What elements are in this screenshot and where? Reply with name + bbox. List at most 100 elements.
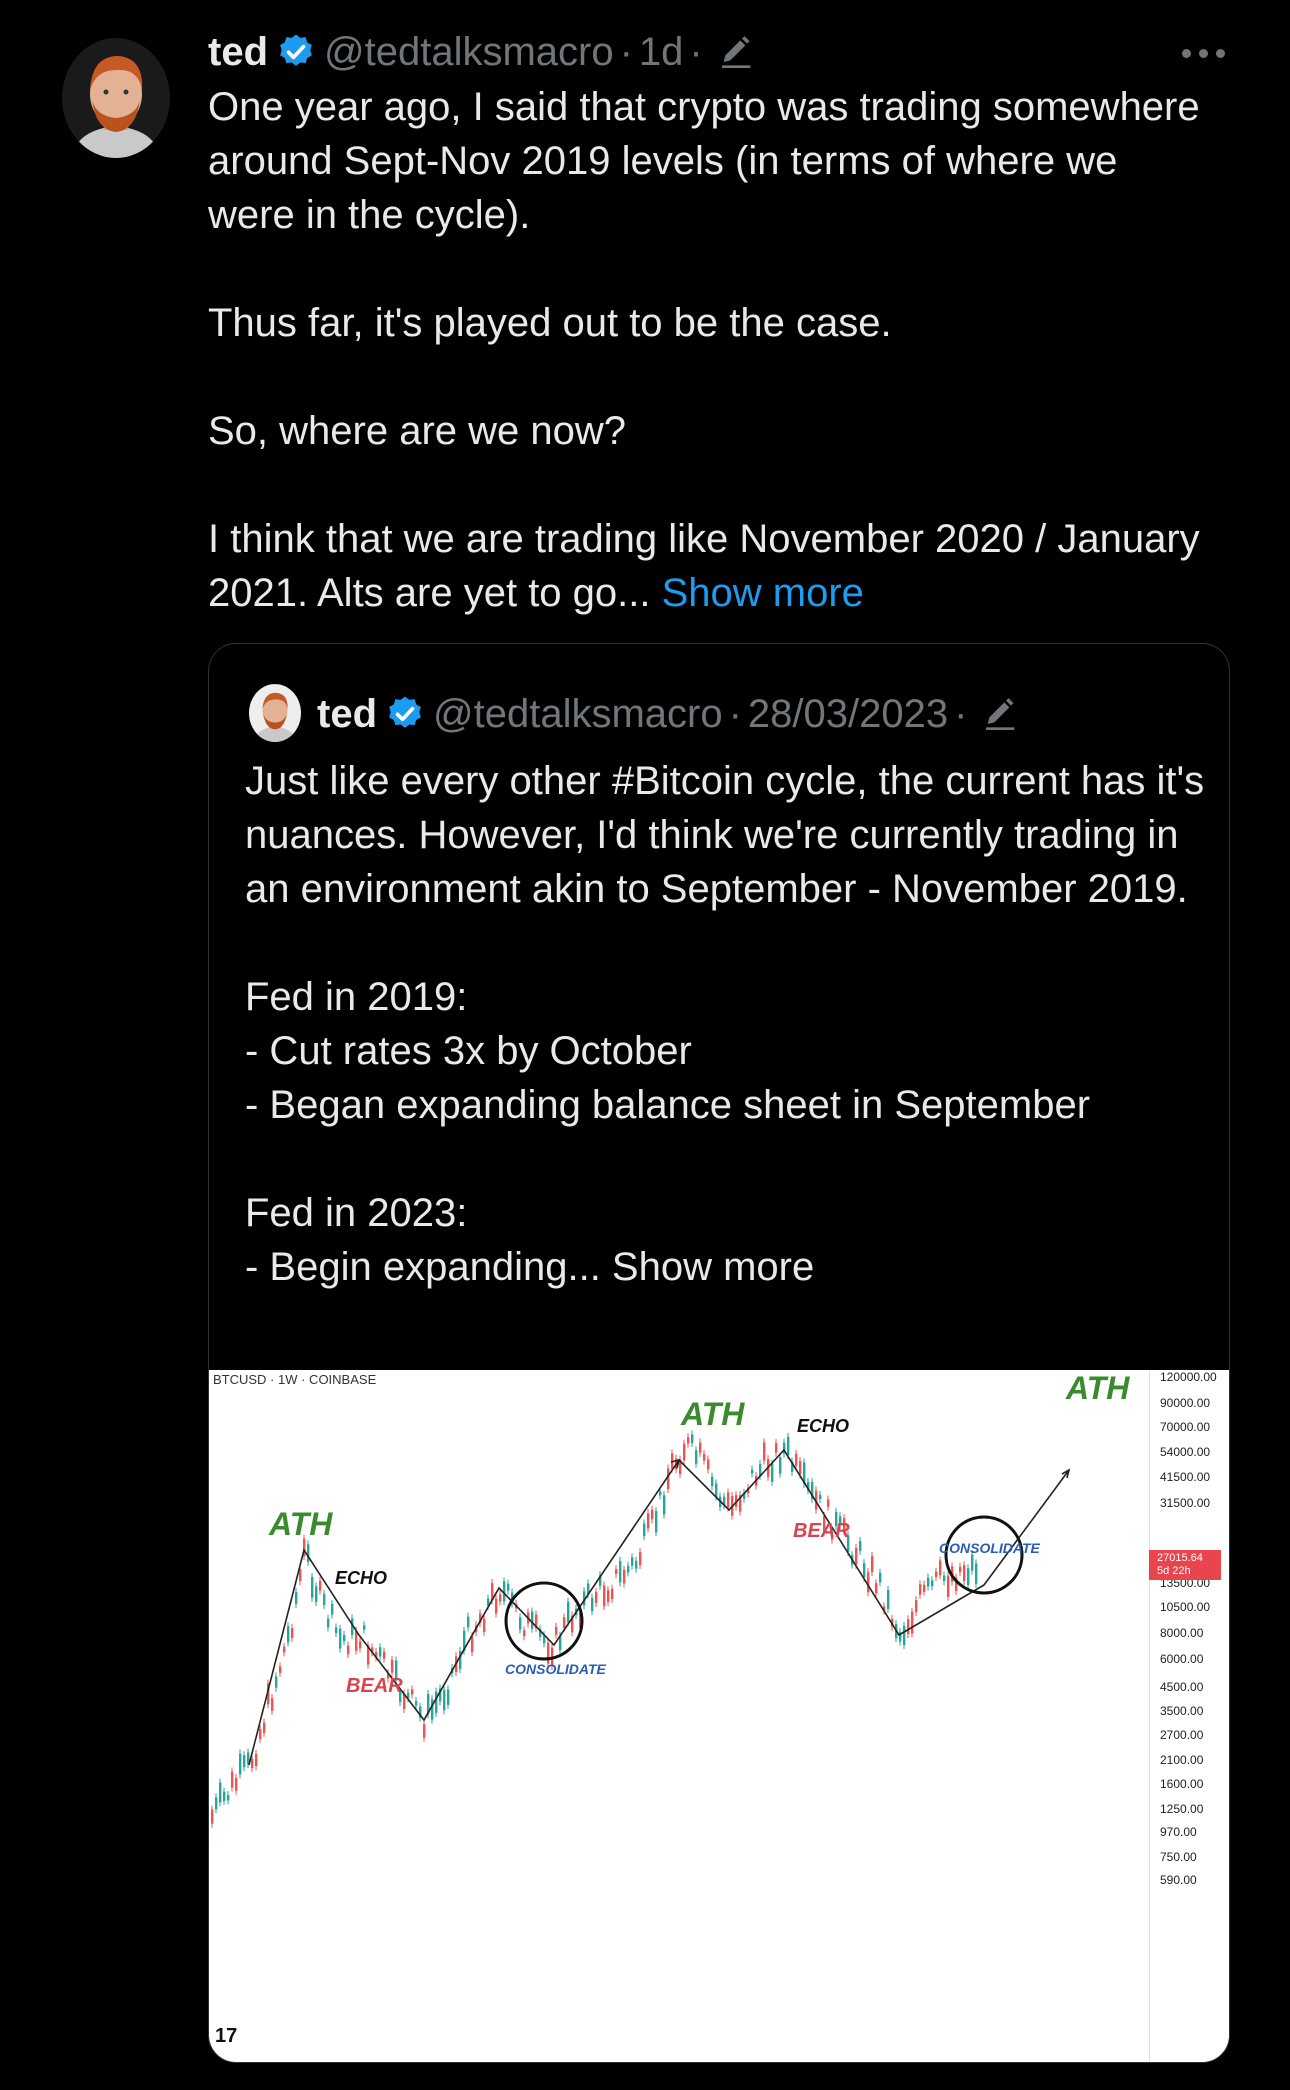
price-tick: 3500.00 [1160,1704,1204,1718]
candle-body [871,1555,874,1573]
quoted-tweet[interactable]: ted @tedtalksmacro · 28/03/2023 · Just l… [208,643,1230,2063]
quoted-author-handle: @tedtalksmacro [433,691,723,736]
candle-body [655,1511,658,1533]
candle-body [607,1590,610,1603]
candle-body [887,1589,890,1609]
bear-label: BEAR [793,1520,850,1542]
consolidate-label: CONSOLIDATE [939,1540,1040,1556]
echo-label: ECHO [335,1568,388,1588]
candle-body [763,1442,766,1461]
author-name[interactable]: ted [208,30,268,75]
price-tick: 750.00 [1160,1850,1197,1864]
candle-body [907,1619,910,1634]
candle-body [215,1797,218,1810]
candle-body [347,1645,350,1655]
candle-body [211,1809,214,1824]
candle-body [495,1598,498,1614]
echo-label: ECHO [797,1416,850,1436]
bear-label: BEAR [346,1675,403,1697]
candle-body [639,1552,642,1565]
quoted-tweet-date: 28/03/2023 [747,691,949,736]
candle-body [555,1626,558,1635]
candle-body [519,1617,522,1630]
candle-body [603,1585,606,1607]
candle-body [271,1698,274,1711]
candle-body [359,1641,362,1649]
candle-body [775,1443,778,1453]
price-tick: 6000.00 [1160,1652,1204,1666]
verified-badge-icon[interactable] [276,32,316,72]
candle-body [415,1701,418,1706]
candle-body [715,1483,718,1497]
candle-body [219,1782,222,1803]
candle-body [263,1722,266,1733]
candle-body [779,1457,782,1474]
price-tick: 70000.00 [1160,1420,1211,1434]
quoted-tweet-header: ted @tedtalksmacro · 28/03/2023 · [317,684,1021,744]
quoted-author-name: ted [317,691,377,736]
cycle-trend-line [248,1448,1070,1766]
candle-body [687,1437,690,1444]
candle-body [711,1476,714,1487]
candle-body [343,1634,346,1642]
candle-body [335,1627,338,1634]
candle-body [259,1728,262,1739]
tweet-text: One year ago, I said that crypto was tra… [208,80,1208,620]
candle-body [939,1560,942,1576]
candle-body [903,1625,906,1646]
candle-body [867,1572,870,1593]
candle-body [619,1560,622,1583]
candle-body [947,1575,950,1597]
price-tick: 590.00 [1160,1873,1197,1887]
quoted-author-avatar [249,684,301,742]
candle-body [563,1617,566,1628]
candle-body [927,1577,930,1587]
show-more-link[interactable]: Show more [662,571,864,615]
author-avatar[interactable] [62,38,170,158]
candle-body [431,1699,434,1720]
candle-body [319,1580,322,1591]
candle-body [643,1523,646,1537]
candle-body [471,1636,474,1653]
separator-dot: · [619,29,633,74]
candle-body [327,1618,330,1628]
candle-body [879,1572,882,1583]
candle-body [751,1469,754,1474]
author-handle[interactable]: @tedtalksmacro [324,30,614,75]
more-options-icon[interactable] [1180,40,1228,64]
candle-body [435,1691,438,1713]
quoted-tweet-text: Just like every other #Bitcoin cycle, th… [245,754,1205,1294]
candle-body [875,1583,878,1594]
separator-dot: · [954,691,968,736]
candle-body [943,1575,946,1582]
candle-body [507,1583,510,1591]
candle-body [279,1666,282,1673]
candle-body [283,1646,286,1653]
current-price-tag: 27015.64 5d 22h [1149,1550,1221,1580]
edit-pencil-icon[interactable] [717,32,757,72]
quoted-tweet-body: Just like every other #Bitcoin cycle, th… [245,759,1205,1289]
candle-body [411,1689,414,1695]
candle-body [355,1630,358,1651]
candle-body [859,1540,862,1551]
price-tick: 31500.00 [1160,1496,1211,1510]
candle-body [239,1753,242,1775]
price-tick: 1600.00 [1160,1777,1204,1791]
candle-body [967,1568,970,1586]
candle-body [659,1491,662,1496]
quoted-show-more[interactable]: Show more [612,1245,814,1289]
candle-body [255,1754,258,1767]
candle-body [627,1565,630,1573]
price-tick: 8000.00 [1160,1626,1204,1640]
ath-label: ATH [681,1396,745,1432]
current-price-countdown: 5d 22h [1157,1565,1191,1577]
candle-body [423,1724,426,1738]
candle-body [623,1569,626,1584]
candle-body [695,1450,698,1464]
candle-body [223,1791,226,1801]
candle-body [291,1628,294,1638]
candle-body [331,1603,334,1615]
btc-chart-image[interactable]: BTCUSD · 1W · COINBASE 17 ATH ECHO BEAR … [209,1370,1229,2062]
candle-body [699,1442,702,1453]
tweet-timestamp[interactable]: 1d [639,30,684,75]
